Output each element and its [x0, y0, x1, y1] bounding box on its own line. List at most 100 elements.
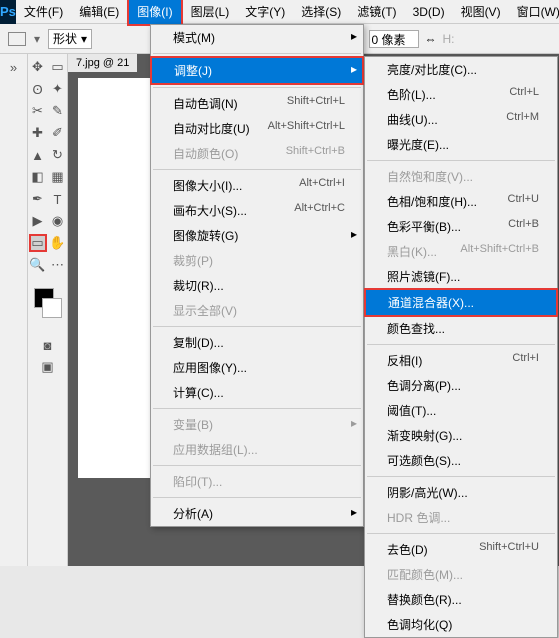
- hand-tool-icon[interactable]: ✋: [49, 234, 67, 252]
- path-select-icon[interactable]: ▶: [29, 212, 47, 230]
- link-icon[interactable]: ⇔: [425, 32, 437, 46]
- wand-tool-icon[interactable]: ✦: [49, 80, 67, 98]
- chevron-down-icon: ▾: [81, 32, 87, 46]
- width-input[interactable]: 0 像素: [369, 30, 419, 48]
- submenu-arrow-icon: ▸: [351, 227, 357, 241]
- menu-image-size[interactable]: 图像大小(I)...Alt+Ctrl+I: [151, 173, 363, 198]
- toolbox: ✥▭ ʘ✦ ✂✎ ✚✐ ▲↻ ◧▦ ✒T ▶◉ ▭✋ 🔍⋯ ◙ ▣: [28, 54, 68, 566]
- menubar: Ps 文件(F) 编辑(E) 图像(I) 图层(L) 文字(Y) 选择(S) 滤…: [0, 0, 559, 24]
- tool-preset-icon[interactable]: [8, 32, 26, 46]
- shape-mode-select[interactable]: 形状 ▾: [48, 29, 92, 49]
- adj-hue-sat[interactable]: 色相/饱和度(H)...Ctrl+U: [365, 189, 557, 214]
- adj-posterize[interactable]: 色调分离(P)...: [365, 373, 557, 398]
- panel-strip: »: [0, 54, 28, 566]
- menu-canvas-size[interactable]: 画布大小(S)...Alt+Ctrl+C: [151, 198, 363, 223]
- menu-type[interactable]: 文字(Y): [237, 0, 293, 24]
- adj-color-lookup[interactable]: 颜色查找...: [365, 316, 557, 341]
- blur-tool-icon[interactable]: ◉: [49, 212, 67, 230]
- edit-toolbar-icon[interactable]: ⋯: [49, 256, 67, 274]
- adj-selective-color[interactable]: 可选颜色(S)...: [365, 448, 557, 473]
- eyedropper-tool-icon[interactable]: ✎: [49, 102, 67, 120]
- menu-filter[interactable]: 滤镜(T): [349, 0, 404, 24]
- expand-icon[interactable]: »: [5, 58, 23, 76]
- menu-apply-dataset: 应用数据组(L)...: [151, 437, 363, 462]
- stamp-tool-icon[interactable]: ▲: [29, 146, 47, 164]
- adj-levels[interactable]: 色阶(L)...Ctrl+L: [365, 82, 557, 107]
- artboard-tool-icon[interactable]: ▭: [49, 58, 67, 76]
- menu-auto-color: 自动颜色(O)Shift+Ctrl+B: [151, 141, 363, 166]
- separator: [153, 87, 361, 88]
- pen-tool-icon[interactable]: ✒: [29, 190, 47, 208]
- lasso-tool-icon[interactable]: ʘ: [29, 80, 47, 98]
- adj-curves[interactable]: 曲线(U)...Ctrl+M: [365, 107, 557, 132]
- menu-duplicate[interactable]: 复制(D)...: [151, 330, 363, 355]
- history-brush-icon[interactable]: ↻: [49, 146, 67, 164]
- menu-3d[interactable]: 3D(D): [405, 1, 453, 23]
- screenmode-icon[interactable]: ▣: [39, 358, 57, 376]
- adj-black-white: 黑白(K)...Alt+Shift+Ctrl+B: [365, 239, 557, 264]
- menu-mode[interactable]: 模式(M)▸: [151, 25, 363, 50]
- highlight-channel-mixer: 通道混合器(X)...: [364, 288, 558, 317]
- adj-desaturate[interactable]: 去色(D)Shift+Ctrl+U: [365, 537, 557, 562]
- separator: [153, 169, 361, 170]
- brush-tool-icon[interactable]: ✐: [49, 124, 67, 142]
- eraser-tool-icon[interactable]: ◧: [29, 168, 47, 186]
- menu-layer[interactable]: 图层(L): [183, 0, 238, 24]
- menu-reveal-all: 显示全部(V): [151, 298, 363, 323]
- adj-gradient-map[interactable]: 渐变映射(G)...: [365, 423, 557, 448]
- gradient-tool-icon[interactable]: ▦: [49, 168, 67, 186]
- adj-color-balance[interactable]: 色彩平衡(B)...Ctrl+B: [365, 214, 557, 239]
- adj-vibrance: 自然饱和度(V)...: [365, 164, 557, 189]
- menu-edit[interactable]: 编辑(E): [71, 0, 127, 24]
- submenu-arrow-icon: ▸: [351, 29, 357, 43]
- adj-channel-mixer[interactable]: 通道混合器(X)...: [366, 290, 556, 315]
- rectangle-tool-icon[interactable]: ▭: [29, 234, 47, 252]
- adjustments-submenu: 亮度/对比度(C)... 色阶(L)...Ctrl+L 曲线(U)...Ctrl…: [364, 56, 558, 638]
- heal-tool-icon[interactable]: ✚: [29, 124, 47, 142]
- separator: [153, 497, 361, 498]
- app-logo: Ps: [0, 0, 16, 24]
- height-label: H:: [443, 32, 455, 46]
- highlight-adjust: 调整(J)▸: [150, 56, 364, 85]
- adj-exposure[interactable]: 曝光度(E)...: [365, 132, 557, 157]
- menu-apply-image[interactable]: 应用图像(Y)...: [151, 355, 363, 380]
- separator: [153, 465, 361, 466]
- menu-trim[interactable]: 裁切(R)...: [151, 273, 363, 298]
- separator: [153, 53, 361, 54]
- menu-adjustments[interactable]: 调整(J)▸: [152, 58, 362, 83]
- menu-auto-tone[interactable]: 自动色调(N)Shift+Ctrl+L: [151, 91, 363, 116]
- adj-shadow-highlight[interactable]: 阴影/高光(W)...: [365, 480, 557, 505]
- menu-image[interactable]: 图像(I): [129, 0, 180, 24]
- document-tab[interactable]: 7.jpg @ 21: [68, 54, 137, 72]
- menu-window[interactable]: 窗口(W): [509, 0, 559, 24]
- menu-file[interactable]: 文件(F): [16, 0, 71, 24]
- move-tool-icon[interactable]: ✥: [29, 58, 47, 76]
- type-tool-icon[interactable]: T: [49, 190, 67, 208]
- color-swatches[interactable]: [34, 288, 62, 318]
- adj-photo-filter[interactable]: 照片滤镜(F)...: [365, 264, 557, 289]
- adj-equalize[interactable]: 色调均化(Q): [365, 612, 557, 637]
- menu-analysis[interactable]: 分析(A)▸: [151, 501, 363, 526]
- menu-trap: 陷印(T)...: [151, 469, 363, 494]
- adj-threshold[interactable]: 阈值(T)...: [365, 398, 557, 423]
- adj-invert[interactable]: 反相(I)Ctrl+I: [365, 348, 557, 373]
- menu-select[interactable]: 选择(S): [293, 0, 349, 24]
- separator: [153, 326, 361, 327]
- separator: [367, 160, 555, 161]
- crop-tool-icon[interactable]: ✂: [29, 102, 47, 120]
- menu-rotate[interactable]: 图像旋转(G)▸: [151, 223, 363, 248]
- quickmask-icon[interactable]: ◙: [39, 336, 57, 354]
- background-swatch[interactable]: [42, 298, 62, 318]
- tool-preset-dropdown-icon[interactable]: ▾: [32, 32, 42, 46]
- separator: [153, 408, 361, 409]
- adj-replace-color[interactable]: 替换颜色(R)...: [365, 587, 557, 612]
- submenu-arrow-icon: ▸: [351, 416, 357, 430]
- zoom-tool-icon[interactable]: 🔍: [29, 256, 47, 274]
- menu-crop: 裁剪(P): [151, 248, 363, 273]
- adj-brightness[interactable]: 亮度/对比度(C)...: [365, 57, 557, 82]
- menu-calculations[interactable]: 计算(C)...: [151, 380, 363, 405]
- menu-view[interactable]: 视图(V): [453, 0, 509, 24]
- shape-mode-label: 形状: [53, 30, 77, 47]
- separator: [367, 476, 555, 477]
- menu-auto-contrast[interactable]: 自动对比度(U)Alt+Shift+Ctrl+L: [151, 116, 363, 141]
